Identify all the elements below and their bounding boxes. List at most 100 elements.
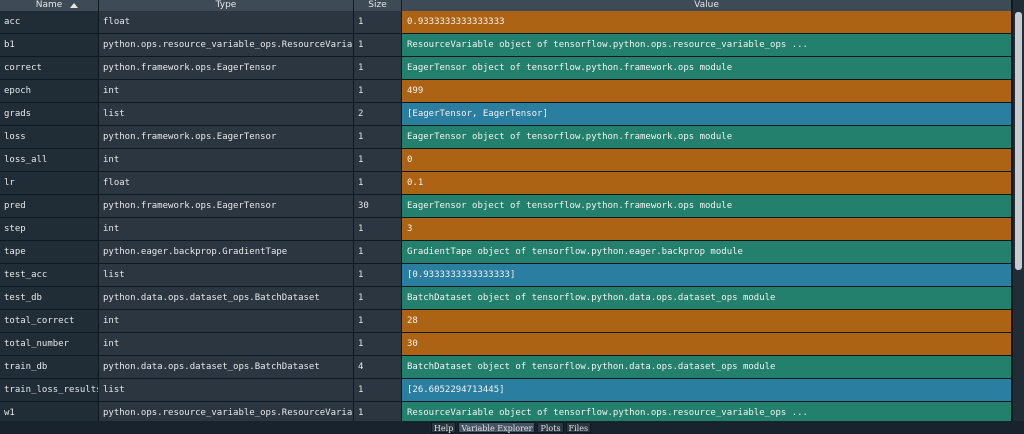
variable-name-cell[interactable]: test_db xyxy=(0,287,99,309)
variable-type-cell[interactable]: int xyxy=(99,333,354,355)
column-header-value[interactable]: Value xyxy=(402,0,1012,11)
variable-value-cell[interactable]: 28 xyxy=(402,310,1012,332)
variable-size-cell[interactable]: 4 xyxy=(354,356,402,378)
table-row[interactable]: tape python.eager.backprop.GradientTape 1 G… xyxy=(0,241,1012,264)
variable-size-cell[interactable]: 1 xyxy=(354,241,402,263)
table-row[interactable]: train_loss_results list 1 [26.6052294713445… xyxy=(0,379,1012,402)
variable-type-cell[interactable]: python.ops.resource_variable_ops.Resourc… xyxy=(99,402,354,421)
variable-type-cell[interactable]: python.framework.ops.EagerTensor xyxy=(99,57,354,79)
tab-variable-explorer[interactable]: Variable Explorer xyxy=(458,422,536,433)
variable-type-cell[interactable]: float xyxy=(99,172,354,194)
variable-name-cell[interactable]: train_loss_results xyxy=(0,379,99,401)
variable-value-cell[interactable]: EagerTensor object of tensorflow.python.… xyxy=(402,57,1012,79)
variable-value-cell[interactable]: EagerTensor object of tensorflow.python.… xyxy=(402,126,1012,148)
table-row[interactable]: train_db python.data.ops.dataset_ops.Batc… xyxy=(0,356,1012,379)
variable-size-cell[interactable]: 1 xyxy=(354,34,402,56)
column-header-size[interactable]: Size xyxy=(354,0,402,11)
variable-name-cell[interactable]: correct xyxy=(0,57,99,79)
variable-size-cell[interactable]: 1 xyxy=(354,264,402,286)
variable-type-cell[interactable]: python.framework.ops.EagerTensor xyxy=(99,195,354,217)
variable-value-cell[interactable]: ResourceVariable object of tensorflow.py… xyxy=(402,34,1012,56)
variable-type-cell[interactable]: list xyxy=(99,103,354,125)
table-row[interactable]: epoch int 1 499 xyxy=(0,80,1012,103)
variable-name-cell[interactable]: loss_all xyxy=(0,149,99,171)
variable-value-cell[interactable]: 30 xyxy=(402,333,1012,355)
variable-value-cell[interactable]: [EagerTensor, EagerTensor] xyxy=(402,103,1012,125)
variable-value-cell[interactable]: 0 xyxy=(402,149,1012,171)
variable-value-cell[interactable]: [0.9333333333333333] xyxy=(402,264,1012,286)
variable-name-cell[interactable]: grads xyxy=(0,103,99,125)
variable-type-cell[interactable]: float xyxy=(99,11,354,33)
variable-size-cell[interactable]: 2 xyxy=(354,103,402,125)
variable-type-cell[interactable]: list xyxy=(99,264,354,286)
table-row[interactable]: total_number int 1 30 xyxy=(0,333,1012,356)
variable-type-cell[interactable]: int xyxy=(99,149,354,171)
table-row[interactable]: b1 python.ops.resource_variable_ops.Resou… xyxy=(0,34,1012,57)
variable-size-cell[interactable]: 1 xyxy=(354,126,402,148)
table-row[interactable]: lr float 1 0.1 xyxy=(0,172,1012,195)
variable-name-cell[interactable]: b1 xyxy=(0,34,99,56)
column-header-name[interactable]: Name xyxy=(0,0,99,11)
variable-value-cell[interactable]: GradientTape object of tensorflow.python… xyxy=(402,241,1012,263)
vertical-scrollbar[interactable] xyxy=(1012,0,1024,421)
variable-value-cell[interactable]: BatchDataset object of tensorflow.python… xyxy=(402,287,1012,309)
variable-name-cell[interactable]: step xyxy=(0,218,99,240)
table-row[interactable]: pred python.framework.ops.EagerTensor 30 Ea… xyxy=(0,195,1012,218)
variable-size-cell[interactable]: 1 xyxy=(354,11,402,33)
tab-plots[interactable]: Plots xyxy=(537,422,564,433)
variable-name-cell[interactable]: w1 xyxy=(0,402,99,421)
table-row[interactable]: correct python.framework.ops.EagerTensor 1… xyxy=(0,57,1012,80)
variable-type-cell[interactable]: python.data.ops.dataset_ops.BatchDataset xyxy=(99,287,354,309)
table-row[interactable]: w1 python.ops.resource_variable_ops.Resou… xyxy=(0,402,1012,421)
variable-name-cell[interactable]: pred xyxy=(0,195,99,217)
variable-name-cell[interactable]: train_db xyxy=(0,356,99,378)
variable-size-cell[interactable]: 1 xyxy=(354,287,402,309)
variable-name-cell[interactable]: lr xyxy=(0,172,99,194)
variable-name-cell[interactable]: test_acc xyxy=(0,264,99,286)
table-row[interactable]: acc float 1 0.9333333333333333 xyxy=(0,11,1012,34)
variable-size-cell[interactable]: 1 xyxy=(354,402,402,421)
variable-size-cell[interactable]: 1 xyxy=(354,57,402,79)
variable-size-cell[interactable]: 1 xyxy=(354,310,402,332)
variable-name-cell[interactable]: total_correct xyxy=(0,310,99,332)
variable-type-cell[interactable]: int xyxy=(99,310,354,332)
variable-value-cell[interactable]: [26.6052294713445] xyxy=(402,379,1012,401)
table-row[interactable]: test_acc list 1 [0.9333333333333333] xyxy=(0,264,1012,287)
variable-size-cell[interactable]: 1 xyxy=(354,172,402,194)
variable-type-cell[interactable]: python.data.ops.dataset_ops.BatchDataset xyxy=(99,356,354,378)
variable-type-cell[interactable]: int xyxy=(99,80,354,102)
variable-size-cell[interactable]: 1 xyxy=(354,218,402,240)
variable-value-cell[interactable]: BatchDataset object of tensorflow.python… xyxy=(402,356,1012,378)
variable-value-cell[interactable]: EagerTensor object of tensorflow.python.… xyxy=(402,195,1012,217)
variable-size-cell[interactable]: 1 xyxy=(354,80,402,102)
variable-type-cell[interactable]: int xyxy=(99,218,354,240)
variable-type-cell[interactable]: python.framework.ops.EagerTensor xyxy=(99,126,354,148)
variable-value-cell[interactable]: ResourceVariable object of tensorflow.py… xyxy=(402,402,1012,421)
table-row[interactable]: loss python.framework.ops.EagerTensor 1 Eag… xyxy=(0,126,1012,149)
sort-ascending-icon[interactable] xyxy=(70,3,78,8)
scrollbar-thumb[interactable] xyxy=(1015,12,1022,270)
variable-type-cell[interactable]: list xyxy=(99,379,354,401)
variable-name-cell[interactable]: acc xyxy=(0,11,99,33)
variable-name-cell[interactable]: tape xyxy=(0,241,99,263)
table-row[interactable]: step int 1 3 xyxy=(0,218,1012,241)
variable-size-cell[interactable]: 1 xyxy=(354,149,402,171)
variable-type-cell[interactable]: python.eager.backprop.GradientTape xyxy=(99,241,354,263)
table-row[interactable]: loss_all int 1 0 xyxy=(0,149,1012,172)
variable-name-cell[interactable]: total_number xyxy=(0,333,99,355)
tab-files[interactable]: Files xyxy=(565,422,592,433)
column-header-type[interactable]: Type xyxy=(99,0,354,11)
variable-size-cell[interactable]: 1 xyxy=(354,379,402,401)
variable-value-cell[interactable]: 0.9333333333333333 xyxy=(402,11,1012,33)
tab-help[interactable]: Help xyxy=(430,422,457,433)
variable-type-cell[interactable]: python.ops.resource_variable_ops.Resourc… xyxy=(99,34,354,56)
variable-name-cell[interactable]: loss xyxy=(0,126,99,148)
table-row[interactable]: total_correct int 1 28 xyxy=(0,310,1012,333)
variable-size-cell[interactable]: 1 xyxy=(354,333,402,355)
variable-value-cell[interactable]: 3 xyxy=(402,218,1012,240)
variable-value-cell[interactable]: 499 xyxy=(402,80,1012,102)
table-row[interactable]: grads list 2 [EagerTensor, EagerTensor] xyxy=(0,103,1012,126)
variable-size-cell[interactable]: 30 xyxy=(354,195,402,217)
variable-name-cell[interactable]: epoch xyxy=(0,80,99,102)
table-row[interactable]: test_db python.data.ops.dataset_ops.Batch… xyxy=(0,287,1012,310)
